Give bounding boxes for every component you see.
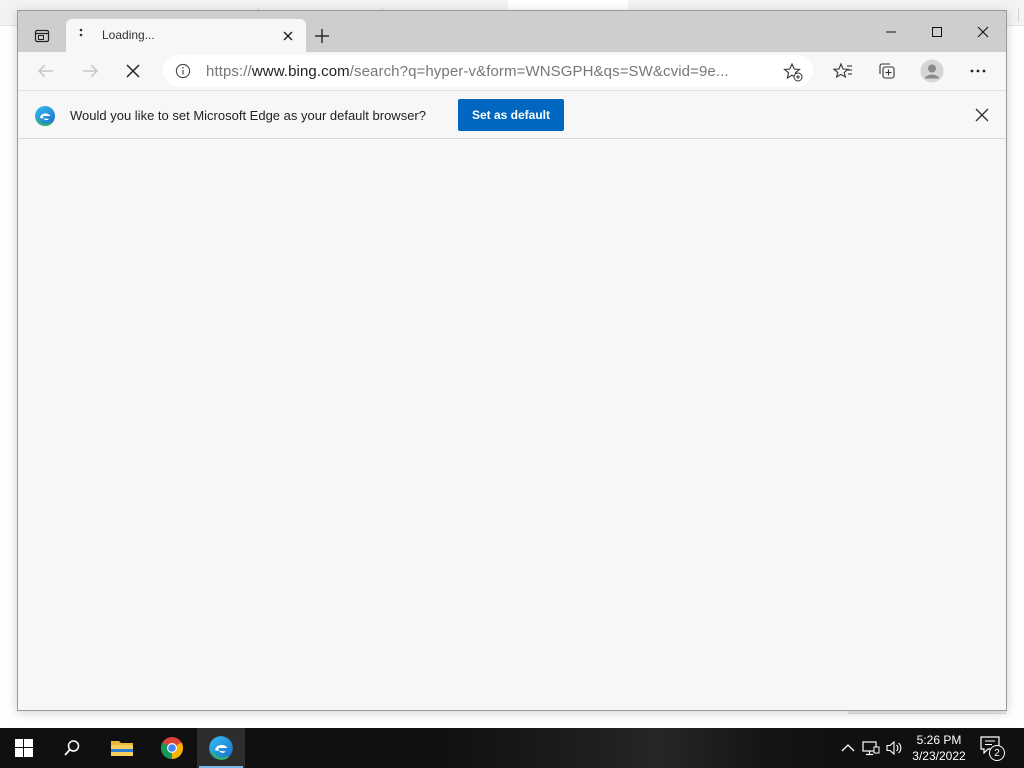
tab-active[interactable]: Loading... xyxy=(66,19,306,52)
more-options-icon xyxy=(970,69,986,73)
search-icon xyxy=(64,740,80,756)
chrome-icon xyxy=(161,737,183,759)
minimize-icon xyxy=(886,31,896,33)
close-infobar-icon[interactable] xyxy=(974,107,990,123)
page-content-area[interactable] xyxy=(18,139,1006,710)
loading-spinner-icon xyxy=(79,28,83,37)
taskbar-search-button[interactable] xyxy=(48,728,96,768)
title-bar[interactable]: Loading... xyxy=(18,11,1006,52)
navigation-toolbar: https://www.bing.com/search?q=hyper-v&fo… xyxy=(18,52,1006,90)
infobar-message: Would you like to set Microsoft Edge as … xyxy=(70,108,426,123)
back-arrow-icon xyxy=(38,64,53,78)
taskbar-edge[interactable] xyxy=(197,728,245,768)
start-button[interactable] xyxy=(0,728,48,768)
default-browser-infobar: Would you like to set Microsoft Edge as … xyxy=(18,90,1006,139)
maximize-icon xyxy=(932,27,942,37)
add-favorite-icon[interactable] xyxy=(783,62,803,82)
tab-actions-icon xyxy=(34,29,50,43)
chevron-up-icon xyxy=(841,744,855,752)
system-clock[interactable]: 5:26 PM 3/23/2022 xyxy=(900,732,978,764)
forward-button[interactable] xyxy=(76,58,104,84)
close-icon xyxy=(977,26,989,38)
edge-icon xyxy=(209,736,233,760)
taskbar-file-explorer[interactable] xyxy=(98,728,146,768)
tab-actions-menu-button[interactable] xyxy=(28,24,56,48)
settings-and-more-button[interactable] xyxy=(964,58,992,84)
clock-date: 3/23/2022 xyxy=(912,749,966,763)
profile-icon xyxy=(920,59,944,83)
maximize-button[interactable] xyxy=(914,17,960,47)
stop-loading-button[interactable] xyxy=(119,58,147,84)
url-text[interactable]: https://www.bing.com/search?q=hyper-v&fo… xyxy=(206,63,729,80)
new-tab-icon[interactable] xyxy=(312,26,332,46)
edge-browser-window: Loading... https://www.bing.com/search?q… xyxy=(17,10,1007,711)
favorites-icon xyxy=(833,62,852,79)
show-hidden-icons-button[interactable] xyxy=(838,738,858,758)
site-info-icon[interactable] xyxy=(175,63,191,79)
minimize-button[interactable] xyxy=(868,17,914,47)
action-center-button[interactable]: 2 xyxy=(980,736,1006,761)
collections-icon xyxy=(879,63,895,79)
back-button[interactable] xyxy=(32,58,60,84)
profile-button[interactable] xyxy=(918,58,946,84)
tab-title: Loading... xyxy=(102,28,155,42)
network-icon xyxy=(862,741,880,756)
url-scheme: https:// xyxy=(206,63,252,80)
address-bar[interactable]: https://www.bing.com/search?q=hyper-v&fo… xyxy=(163,55,813,87)
close-window-button[interactable] xyxy=(960,17,1006,47)
taskbar: 5:26 PM 3/23/2022 2 xyxy=(0,728,1024,768)
windows-logo-icon xyxy=(15,739,33,757)
taskbar-chrome[interactable] xyxy=(148,728,196,768)
close-tab-icon[interactable] xyxy=(280,28,296,44)
network-status-button[interactable] xyxy=(861,738,881,758)
collections-button[interactable] xyxy=(873,58,901,84)
folder-icon xyxy=(111,741,133,756)
notification-count-badge: 2 xyxy=(989,745,1005,761)
url-path: /search?q=hyper-v&form=WNSGPH&qs=SW&cvid… xyxy=(349,63,729,80)
url-host: www.bing.com xyxy=(251,63,350,80)
edge-logo-icon xyxy=(35,106,55,126)
clock-time: 5:26 PM xyxy=(916,733,962,747)
favorites-button[interactable] xyxy=(829,58,857,84)
stop-loading-icon xyxy=(126,64,140,78)
set-as-default-button[interactable]: Set as default xyxy=(458,99,564,131)
forward-arrow-icon xyxy=(83,64,98,78)
